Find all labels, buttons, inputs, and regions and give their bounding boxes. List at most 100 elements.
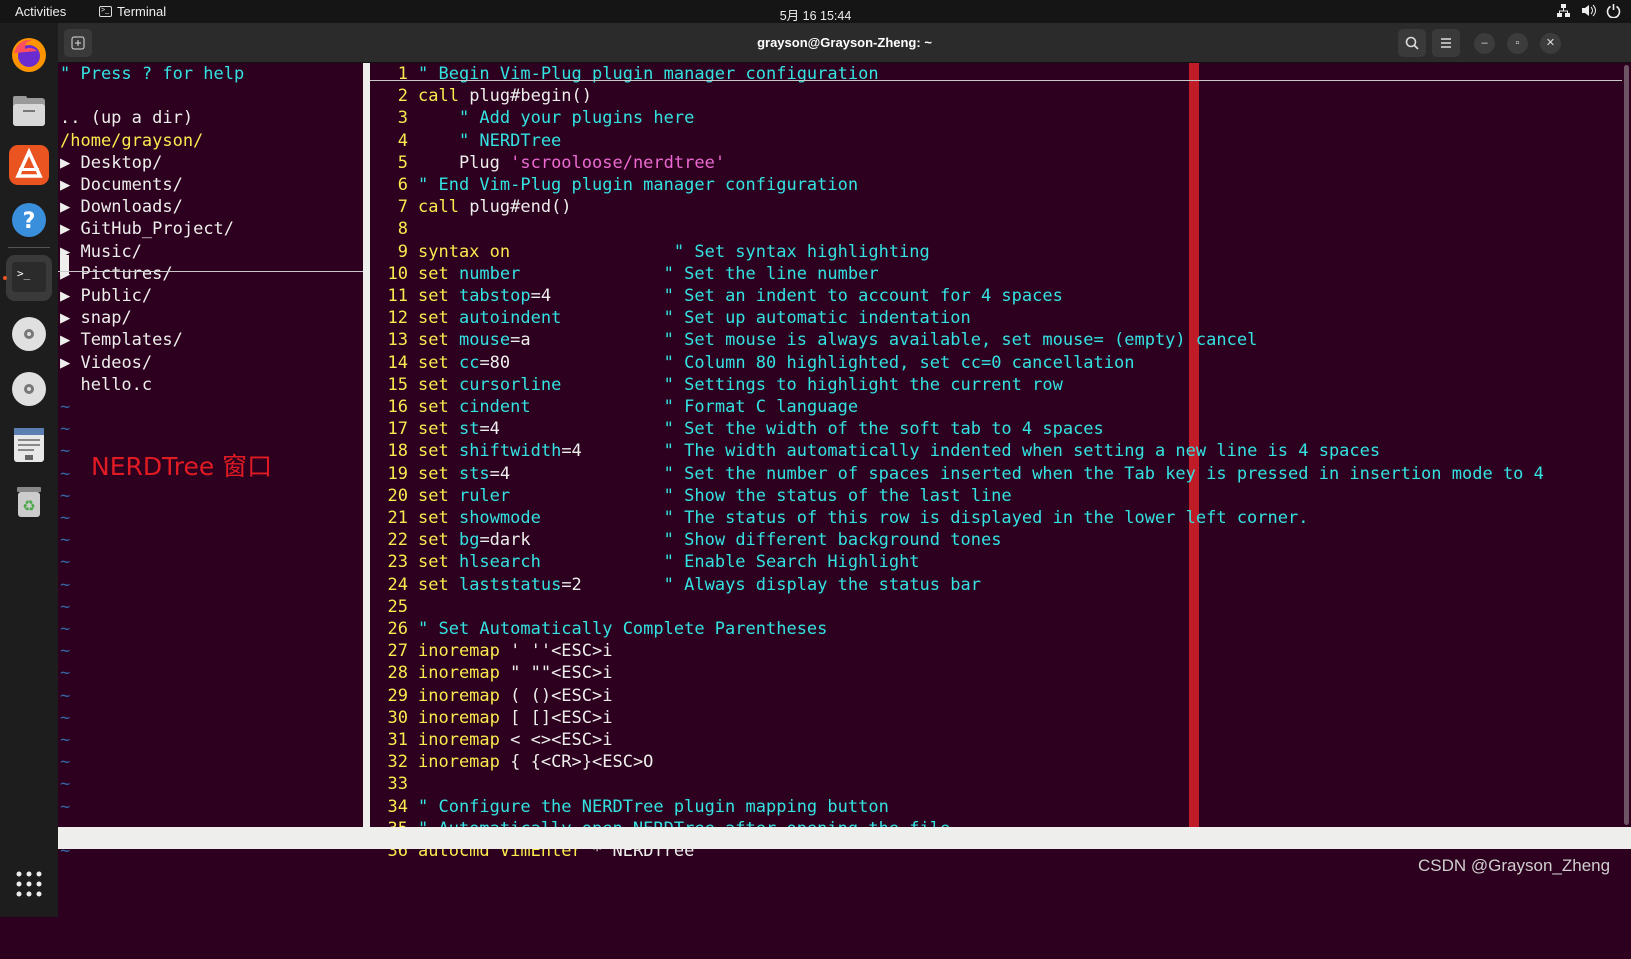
search-button[interactable]	[1398, 29, 1426, 57]
code-line[interactable]: 25	[370, 596, 418, 618]
app-center-icon[interactable]	[9, 145, 49, 185]
terminal-area[interactable]: " Press ? for help .. (up a dir)/home/gra…	[58, 63, 1631, 936]
code-line[interactable]: 13 set mouse=a " Set mouse is always avai…	[370, 329, 1258, 351]
code-line[interactable]: 30 inoremap [ []<ESC>i	[370, 707, 613, 729]
tree-dir-item[interactable]: ▶ Public/	[60, 285, 152, 307]
code-line[interactable]: 16 set cindent " Format C language	[370, 396, 859, 418]
tree-dir-item[interactable]: ▶ Templates/	[60, 329, 183, 351]
cursor	[60, 255, 69, 275]
firefox-icon[interactable]	[9, 35, 49, 75]
tree-empty-line[interactable]: ~	[60, 440, 70, 462]
dir-name: Templates/	[80, 330, 183, 351]
code-line[interactable]: 27 inoremap ' ''<ESC>i	[370, 640, 613, 662]
code-token: =a	[510, 330, 531, 351]
tree-empty-line[interactable]: ~	[60, 729, 70, 751]
code-line[interactable]: 31 inoremap < <><ESC>i	[370, 729, 613, 751]
tree-file-item[interactable]: hello.c	[60, 374, 152, 396]
menu-button[interactable]	[1432, 29, 1460, 57]
code-line[interactable]: 34 " Configure the NERDTree plugin mappin…	[370, 796, 889, 818]
tree-dir-item[interactable]: ▶ Downloads/	[60, 196, 183, 218]
tree-empty-line[interactable]: ~	[60, 574, 70, 596]
code-line[interactable]: 2 call plug#begin()	[370, 85, 592, 107]
tree-empty-line[interactable]: ~	[60, 596, 70, 618]
code-line[interactable]: 19 set sts=4 " Set the number of spaces i…	[370, 463, 1544, 485]
tree-dir-item[interactable]: ▶ Documents/	[60, 174, 183, 196]
vertical-split[interactable]	[363, 63, 370, 827]
code-line[interactable]: 8	[370, 218, 418, 240]
maximize-button[interactable]: ▫	[1507, 33, 1528, 54]
tree-dir-item[interactable]: ▶ GitHub_Project/	[60, 218, 234, 240]
tree-dir-item[interactable]: ▶ snap/	[60, 307, 132, 329]
code-line[interactable]: 3 " Add your plugins here	[370, 107, 695, 129]
nerdtree-root[interactable]: /home/grayson/	[60, 130, 203, 152]
tree-dir-item[interactable]: ▶ Desktop/	[60, 152, 162, 174]
minimize-button[interactable]: –	[1474, 33, 1495, 54]
tree-empty-line[interactable]: ~	[60, 707, 70, 729]
terminal-icon[interactable]: >_	[6, 255, 52, 301]
tree-empty-line[interactable]: ~	[60, 662, 70, 684]
tree-dir-item[interactable]: ▶ Music/	[60, 241, 142, 263]
code-line[interactable]: 4 " NERDTree	[370, 130, 562, 152]
tree-empty-line[interactable]: ~	[60, 529, 70, 551]
tree-dir-item[interactable]: ▶ Pictures/	[60, 263, 173, 285]
code-line[interactable]: 1 " Begin Vim-Plug plugin manager configu…	[370, 63, 879, 85]
disc-icon[interactable]	[9, 314, 49, 354]
line-number: 20	[387, 485, 408, 506]
close-button[interactable]: ✕	[1540, 33, 1561, 54]
tree-empty-line[interactable]: ~	[60, 507, 70, 529]
code-line[interactable]: 7 call plug#end()	[370, 196, 572, 218]
tree-empty-line[interactable]: ~	[60, 463, 70, 485]
help-icon[interactable]: ?	[9, 200, 49, 240]
trash-icon[interactable]: ♻	[9, 481, 49, 521]
tree-dir-item[interactable]: ▶ Videos/	[60, 352, 152, 374]
power-icon	[1606, 3, 1621, 19]
line-number: 2	[397, 86, 408, 107]
code-line[interactable]: 18 set shiftwidth=4 " The width automatic…	[370, 440, 1381, 462]
code-line[interactable]: 6 " End Vim-Plug plugin manager configura…	[370, 174, 858, 196]
text-editor-icon[interactable]	[9, 425, 49, 465]
tree-empty-line[interactable]: ~	[60, 551, 70, 573]
nerdtree-help[interactable]: " Press ? for help	[60, 63, 244, 85]
code-line[interactable]: 9 syntax on " Set syntax highlighting	[370, 241, 930, 263]
disc-icon[interactable]	[9, 369, 49, 409]
files-icon[interactable]	[9, 90, 49, 130]
code-token: set	[418, 263, 449, 284]
code-line[interactable]: 14 set cc=80 " Column 80 highlighted, set…	[370, 352, 1135, 374]
code-line[interactable]: 15 set cursorline " Settings to highlight…	[370, 374, 1063, 396]
apps-grid-icon[interactable]	[13, 868, 45, 900]
code-line[interactable]: 11 set tabstop=4 " Set an indent to accou…	[370, 285, 1063, 307]
tree-empty-line[interactable]: ~	[60, 418, 70, 440]
code-line[interactable]: 20 set ruler " Show the status of the las…	[370, 485, 1012, 507]
code-line[interactable]: 33	[370, 773, 418, 795]
code-line[interactable]: 24 set laststatus=2 " Always display the …	[370, 574, 981, 596]
system-tray[interactable]	[1556, 3, 1621, 19]
code-token: 'scrooloose/nerdtree'	[510, 152, 726, 173]
clock[interactable]: 5月 16 15:44	[0, 5, 1631, 24]
tree-empty-line[interactable]: ~	[60, 618, 70, 640]
code-line[interactable]: 29 inoremap ( ()<ESC>i	[370, 685, 613, 707]
code-line[interactable]: 21 set showmode " The status of this row …	[370, 507, 1309, 529]
code-line[interactable]: 10 set number " Set the line number	[370, 263, 879, 285]
code-line[interactable]: 17 set st=4 " Set the width of the soft t…	[370, 418, 1104, 440]
tree-empty-line[interactable]: ~	[60, 640, 70, 662]
code-line[interactable]: 23 set hlsearch " Enable Search Highlight	[370, 551, 920, 573]
tree-empty-line[interactable]: ~	[60, 773, 70, 795]
tree-empty-line[interactable]: ~	[60, 751, 70, 773]
code-token: autoindent	[448, 308, 562, 329]
code-line[interactable]: 26 " Set Automatically Complete Parenthes…	[370, 618, 828, 640]
help-hint: " Press ? for help	[60, 64, 245, 84]
code-line[interactable]: 5 Plug 'scrooloose/nerdtree'	[370, 152, 725, 174]
tree-empty-line[interactable]: ~	[60, 485, 70, 507]
scrollbar[interactable]	[1622, 63, 1631, 827]
nerdtree-updir[interactable]: .. (up a dir)	[60, 107, 193, 129]
empty-line-marker: ~	[60, 774, 71, 795]
code-token: set	[418, 330, 449, 351]
tree-empty-line[interactable]: ~	[60, 796, 70, 818]
code-line[interactable]: 32 inoremap { {<CR>}<ESC>O	[370, 751, 654, 773]
code-line[interactable]: 22 set bg=dark " Show different backgroun…	[370, 529, 1002, 551]
code-line[interactable]: 12 set autoindent " Set up automatic inde…	[370, 307, 971, 329]
tree-empty-line[interactable]: ~	[60, 685, 70, 707]
tree-empty-line[interactable]: ~	[60, 396, 70, 418]
code-line[interactable]: 28 inoremap " ""<ESC>i	[370, 662, 613, 684]
empty-line-marker: ~	[60, 707, 71, 728]
